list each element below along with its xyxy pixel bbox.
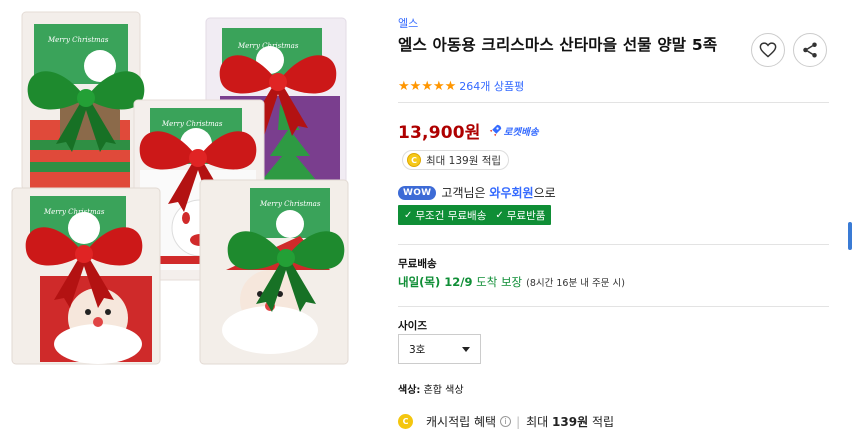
rocket-icon: [489, 124, 501, 137]
wow-text-prefix: 고객님은: [441, 186, 486, 200]
product-info-panel: 엘스 엘스 아동용 크리스마스 산타마을 선물 양말 5족 ★ ★ ★ ★ ★ …: [398, 0, 830, 439]
card-label: Merry Christmas: [47, 36, 109, 44]
color-option: 색상: 혼합 색상: [398, 381, 464, 396]
star-icon: ★: [432, 78, 445, 94]
cash-reward-amount: 최대 139원 적립: [526, 413, 614, 430]
order-deadline-note: (8시간 16분 내 주문 시): [526, 278, 625, 289]
star-rating: ★ ★ ★ ★ ★: [398, 80, 456, 93]
card-label: Merry Christmas: [43, 208, 105, 216]
card-label: Merry Christmas: [259, 200, 321, 208]
rocket-delivery-label: 로켓배송: [503, 126, 539, 138]
product-title: 엘스 아동용 크리스마스 산타마을 선물 양말 5족: [398, 36, 718, 54]
coin-icon: C: [398, 414, 413, 429]
card-label: Merry Christmas: [161, 120, 223, 128]
wow-badge: WOW: [398, 185, 437, 200]
star-icon: ★: [409, 78, 422, 94]
cash-amount-prefix: 최대: [526, 415, 549, 429]
product-image[interactable]: Merry Christmas Merry Christmas Merry Ch…: [0, 0, 380, 439]
wow-membership-row: WOW 고객님은 와우회원 으로: [398, 184, 556, 201]
wow-member-name: 와우회원: [489, 186, 534, 200]
review-count-link[interactable]: 264개 상품평: [459, 78, 524, 94]
scrollbar-thumb[interactable]: [848, 222, 852, 250]
star-icon: ★: [398, 78, 410, 94]
rating-row[interactable]: ★ ★ ★ ★ ★ 264개 상품평: [398, 78, 524, 94]
reward-badge: C 최대 139원 적립: [402, 150, 510, 170]
separator: |: [516, 414, 521, 429]
size-option-label: 사이즈: [398, 320, 427, 332]
wishlist-button[interactable]: [751, 33, 785, 67]
benefit-free-return: ✓ 무료반품: [495, 208, 545, 223]
cash-reward-row: C 캐시적립 혜택 i | 최대 139원 적립: [398, 413, 614, 430]
benefit-label: 무료반품: [506, 209, 546, 222]
star-icon: ★: [444, 78, 457, 94]
chevron-down-icon: [462, 346, 470, 352]
coin-icon: C: [407, 153, 421, 167]
reward-text: 최대 139원 적립: [426, 154, 502, 167]
divider: [398, 244, 829, 245]
socks-illustration: Merry Christmas Merry Christmas Merry Ch…: [11, 11, 349, 365]
color-option-value: 혼합 색상: [423, 385, 464, 396]
benefit-free-shipping: ✓ 무조건 무료배송: [404, 208, 486, 223]
price-row: 13,900원 로켓배송: [398, 118, 539, 143]
share-icon: [803, 42, 817, 58]
divider: [398, 306, 829, 307]
shipping-title: 무료배송: [398, 258, 437, 270]
arrival-guarantee: 도착 보장: [476, 275, 523, 289]
share-button[interactable]: [793, 33, 827, 67]
cash-amount-value: 139원: [552, 415, 589, 429]
divider: [398, 102, 829, 103]
sale-price: 13,900원: [398, 123, 481, 143]
cash-reward-label: 캐시적립 혜택: [426, 415, 497, 429]
heart-icon: [759, 42, 777, 58]
brand-link[interactable]: 엘스: [398, 15, 418, 31]
size-select[interactable]: 3호: [398, 334, 481, 364]
rocket-delivery-badge: 로켓배송: [489, 124, 539, 138]
size-selected-value: 3호: [409, 343, 426, 356]
info-icon[interactable]: i: [500, 416, 512, 427]
page-scrollbar[interactable]: [845, 0, 853, 439]
cash-amount-suffix: 적립: [591, 415, 615, 429]
star-icon: ★: [421, 78, 433, 94]
color-option-label: 색상:: [398, 385, 421, 396]
check-icon: ✓: [404, 209, 413, 221]
check-icon: ✓: [495, 209, 504, 221]
benefit-label: 무조건 무료배송: [415, 209, 487, 222]
wow-benefits: ✓ 무조건 무료배송 ✓ 무료반품: [398, 205, 552, 225]
wow-text-suffix: 으로: [533, 186, 556, 200]
arrival-date: 내일(목) 12/9 도착 보장 (8시간 16분 내 주문 시): [398, 274, 625, 290]
arrival-date-bold: 내일(목) 12/9: [398, 275, 473, 289]
